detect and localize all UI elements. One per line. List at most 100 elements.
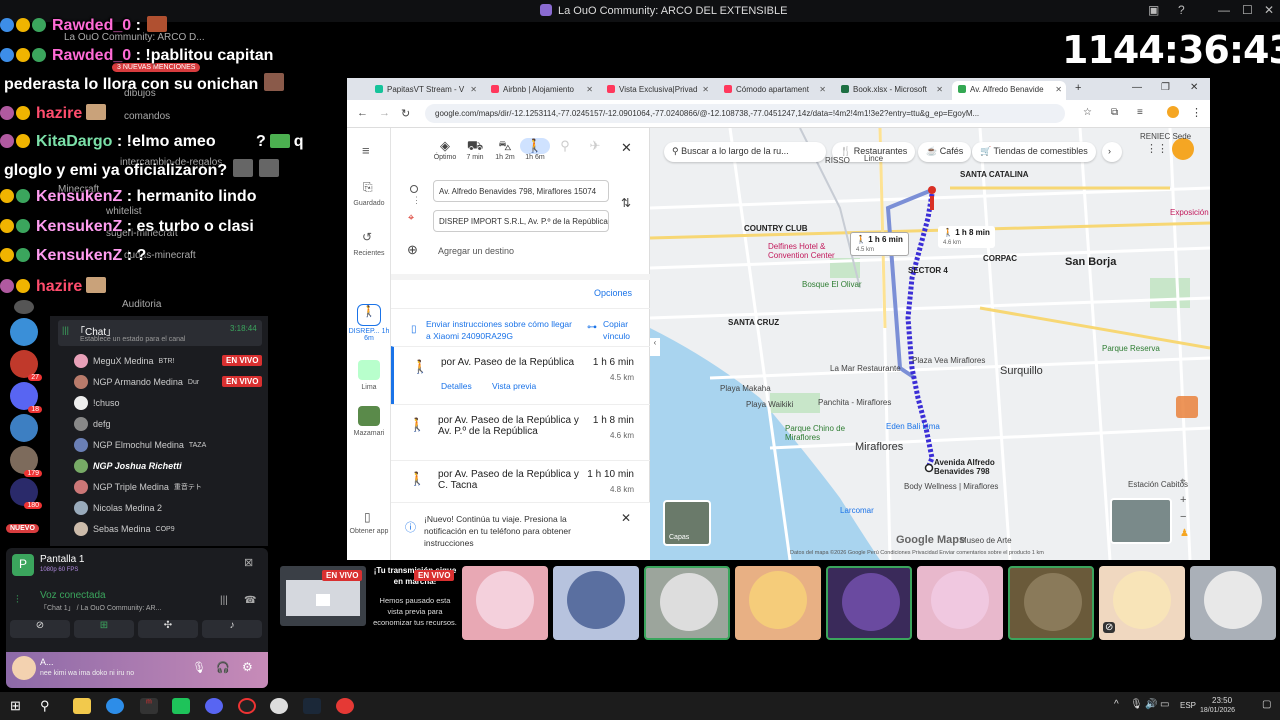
kick-icon[interactable] [172,698,190,714]
soundboard-button[interactable]: ♪ [202,620,262,638]
voice-member[interactable]: NGP Joshua Richetti [74,459,182,473]
participant-tile[interactable] [644,566,730,640]
browser-tab[interactable]: Book.xlsx - Microsoft ✕ [835,81,947,100]
new-tab-icon[interactable]: + [1075,82,1081,94]
edge-icon[interactable] [106,698,124,714]
participant-tile[interactable] [917,566,1003,640]
profile-avatar[interactable] [1172,138,1194,160]
browser-tab[interactable]: Cómodo apartament ✕ [718,81,830,100]
participant-tile[interactable] [1008,566,1094,640]
close-tab-icon[interactable]: ✕ [470,85,477,94]
nav-recent-label[interactable]: Recientes [347,250,391,257]
gear-icon[interactable]: ⚙ [242,660,253,674]
participant-tile[interactable] [553,566,639,640]
channel-item[interactable]: whitelist [106,206,142,217]
zoom-out-button[interactable]: − [1180,511,1186,523]
voice-member[interactable]: MeguX Medina BTR! [74,354,175,368]
app-icon[interactable]: ᵐ [140,698,158,714]
minimize-button[interactable]: — [1132,82,1142,93]
chips-next[interactable]: › [1102,142,1122,162]
disconnect-icon[interactable]: ☎ [244,595,256,606]
maximize-button[interactable]: ☐ [1242,3,1253,17]
participant-tile[interactable]: ⊘ [1099,566,1185,640]
mode-transit[interactable]: ⛍ 1h 2m [490,138,520,161]
collapse-panel-icon[interactable]: ‹ [650,338,660,356]
phone-icon[interactable]: ▯ [364,510,371,524]
notifications-icon[interactable]: ▢ [1262,699,1271,710]
nav-saved-label[interactable]: Guardado [347,200,391,207]
mode-walk[interactable]: 🚶 1h 6m [520,138,550,161]
nav-mazamari[interactable]: Mazamari [347,430,391,437]
map-canvas[interactable]: ⚲ Buscar a lo largo de la ru... 🍴 Restau… [650,128,1210,560]
clock-date[interactable]: 18/01/2026 [1200,707,1235,714]
preview-link[interactable]: Vista previa [492,381,536,391]
voice-member[interactable]: NGP Elmochul Medina TAZA [74,438,206,452]
options-link[interactable]: Opciones [594,288,632,298]
voice-member[interactable]: Nicolas Medina 2 [74,501,162,515]
walk-icon[interactable]: 🚶 [357,304,381,326]
camera-button[interactable]: ⊘ [10,620,70,638]
volume-icon[interactable]: 🔊 [1145,699,1157,710]
channel-item[interactable]: Auditoria [122,299,161,310]
zoom-in-button[interactable]: + [1180,494,1186,506]
obs-icon[interactable] [238,698,256,714]
inbox-icon[interactable]: ▣ [1148,3,1159,17]
server-icon[interactable] [10,414,38,442]
username[interactable]: A... [40,657,54,667]
mic-icon[interactable]: 🎙 [192,661,206,674]
tray-chevron-icon[interactable]: ^ [1114,699,1119,710]
pegman-icon[interactable]: ♟ [1180,528,1189,539]
map-search-box[interactable]: ⚲ Buscar a lo largo de la ru... [664,142,826,162]
back-icon[interactable]: ← [357,107,368,119]
hamburger-icon[interactable]: ≡ [362,143,370,158]
search-icon[interactable]: ⚲ [40,698,50,714]
close-tab-icon[interactable]: ✕ [936,85,943,94]
server-icon[interactable]: 27 [10,350,42,381]
route-option[interactable]: 🚶 por Av. Paseo de la República 1 h 6 mi… [391,346,650,404]
noise-icon[interactable]: ||| [220,595,228,606]
history-icon[interactable]: ↺ [362,230,372,244]
discord-icon[interactable] [205,698,223,714]
voice-member[interactable]: !chuso [74,396,120,410]
bookmark-icon[interactable]: ⎘ [363,180,373,195]
windows-start-icon[interactable]: ⊞ [10,698,21,714]
layers-button[interactable]: Capas [663,500,711,546]
nav-lima[interactable]: Lima [347,384,391,391]
nav-get-app[interactable]: Obtener app [347,528,391,535]
steam-icon[interactable] [303,698,321,714]
close-tab-icon[interactable]: ✕ [586,85,593,94]
details-link[interactable]: Detalles [441,381,472,391]
destination-input[interactable]: DISREP IMPORT S.R.L, Av. P.º de la Repúb… [433,210,609,232]
close-tab-icon[interactable]: ✕ [702,85,709,94]
url-input[interactable]: google.com/maps/dir/-12.1253114,-77.0245… [425,104,1065,123]
participant-tile[interactable] [1190,566,1276,640]
apps-grid-icon[interactable]: ⋮⋮ [1146,142,1168,155]
menu-icon[interactable]: ⋮ [1191,106,1202,119]
file-explorer-icon[interactable] [73,698,91,714]
close-button[interactable]: ✕ [1264,3,1274,17]
channel-item[interactable]: comandos [124,111,170,122]
chip-groceries[interactable]: 🛒 Tiendas de comestibles [972,142,1096,162]
mode-bike[interactable]: ⚲ [550,138,580,154]
thumbnail-icon[interactable] [358,360,380,380]
mode-flight[interactable]: ✈ [580,138,610,154]
mic-icon[interactable]: 🎙 [1130,699,1143,710]
swap-icon[interactable]: ⇅ [621,196,631,210]
profile-avatar[interactable] [1167,106,1179,118]
close-tab-icon[interactable]: ✕ [1055,85,1062,94]
voice-channel-item[interactable]: ||| ｢Chat｣ 3:18:44 Establece un estado p… [58,320,262,346]
street-view-thumbnail[interactable] [1110,498,1172,544]
app-icon[interactable] [270,698,288,714]
minimize-button[interactable]: — [1218,3,1230,17]
network-icon[interactable]: ▭ [1160,699,1169,710]
language-indicator[interactable]: ESP [1180,701,1196,710]
restore-button[interactable]: ❐ [1161,82,1170,93]
voice-member[interactable]: NGP Armando Medina Dur [74,375,199,389]
participant-tile[interactable] [826,566,912,640]
send-to-phone-link[interactable]: Enviar instrucciones sobre cómo llegar a… [426,318,576,342]
origin-input[interactable]: Av. Alfredo Benavides 798, Miraflores 15… [433,180,609,202]
server-icon[interactable]: 179 [10,446,42,477]
chrome-icon[interactable] [336,698,354,714]
mode-best[interactable]: ◈ Óptimo [430,138,460,161]
copy-link[interactable]: Copiar vínculo [603,318,643,342]
